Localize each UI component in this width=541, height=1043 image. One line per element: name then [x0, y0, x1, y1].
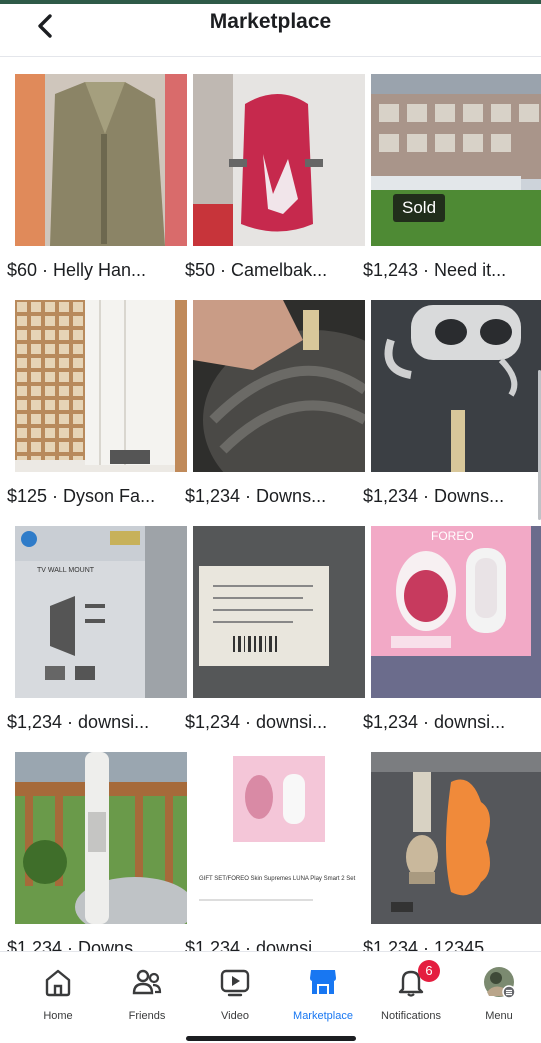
home-icon	[45, 969, 71, 997]
tab-video[interactable]: Video	[190, 952, 280, 1032]
listing-caption: $1,234 · Downs...	[363, 486, 505, 506]
avatar	[484, 967, 515, 998]
listing-image: TV WALL MOUNT	[15, 526, 187, 698]
listing-caption: $125 · Dyson Fa...	[7, 486, 156, 506]
marketplace-icon	[310, 970, 336, 994]
listing-caption: $1,234 · downsi...	[185, 712, 328, 732]
tab-bar: Home Friends Video Marketplace 6 Notific…	[0, 951, 541, 1043]
listing-image: GIFT SET/FOREO Skin Supremes LUNA Play S…	[193, 752, 365, 924]
notification-badge: 6	[418, 960, 440, 982]
listing-image	[15, 752, 187, 924]
listing-image: FOREO	[371, 526, 541, 698]
header: Marketplace	[0, 4, 541, 57]
video-icon	[220, 969, 250, 997]
tab-friends[interactable]: Friends	[102, 952, 192, 1032]
listing-image	[193, 74, 365, 246]
tab-menu[interactable]: Menu	[454, 952, 541, 1032]
listing-grid: $60 · Helly Han... $50 · Camelbak... Sol…	[0, 58, 541, 951]
listing-image	[15, 74, 187, 246]
foreo-brand: FOREO	[431, 529, 474, 543]
listing-caption: $1,234 · downsi...	[363, 712, 506, 732]
tv-mount-title: TV WALL MOUNT	[37, 567, 95, 574]
listing-caption: $50 · Camelbak...	[185, 260, 328, 280]
listing-image	[193, 300, 365, 472]
listing-caption: $1,234 · Downs...	[185, 486, 327, 506]
tab-label: Menu	[485, 1010, 513, 1022]
listing-caption: $60 · Helly Han...	[7, 260, 147, 280]
tab-home[interactable]: Home	[13, 952, 103, 1032]
gift-set-text: GIFT SET/FOREO Skin Supremes LUNA Play S…	[199, 876, 356, 882]
listing-image: Sold	[371, 74, 541, 246]
friends-icon	[132, 969, 162, 995]
listing-image	[371, 300, 541, 472]
sold-badge: Sold	[393, 194, 446, 222]
listing-caption: $1,243 · Need it...	[363, 260, 507, 280]
page-title: Marketplace	[209, 10, 332, 33]
tab-notifications[interactable]: 6 Notifications	[366, 952, 456, 1032]
listing-caption: $1,234 · downsi...	[7, 712, 150, 732]
listing-image	[193, 526, 365, 698]
listing-image	[371, 752, 541, 924]
home-indicator	[186, 1036, 356, 1041]
listing-caption: $1,234 · downsi...	[185, 938, 328, 951]
listing-caption: $1,234 · 12345	[363, 938, 485, 951]
listing-caption: $1,234 · Downs...	[7, 938, 149, 951]
tab-marketplace[interactable]: Marketplace	[278, 952, 368, 1032]
listing-image	[15, 300, 187, 472]
